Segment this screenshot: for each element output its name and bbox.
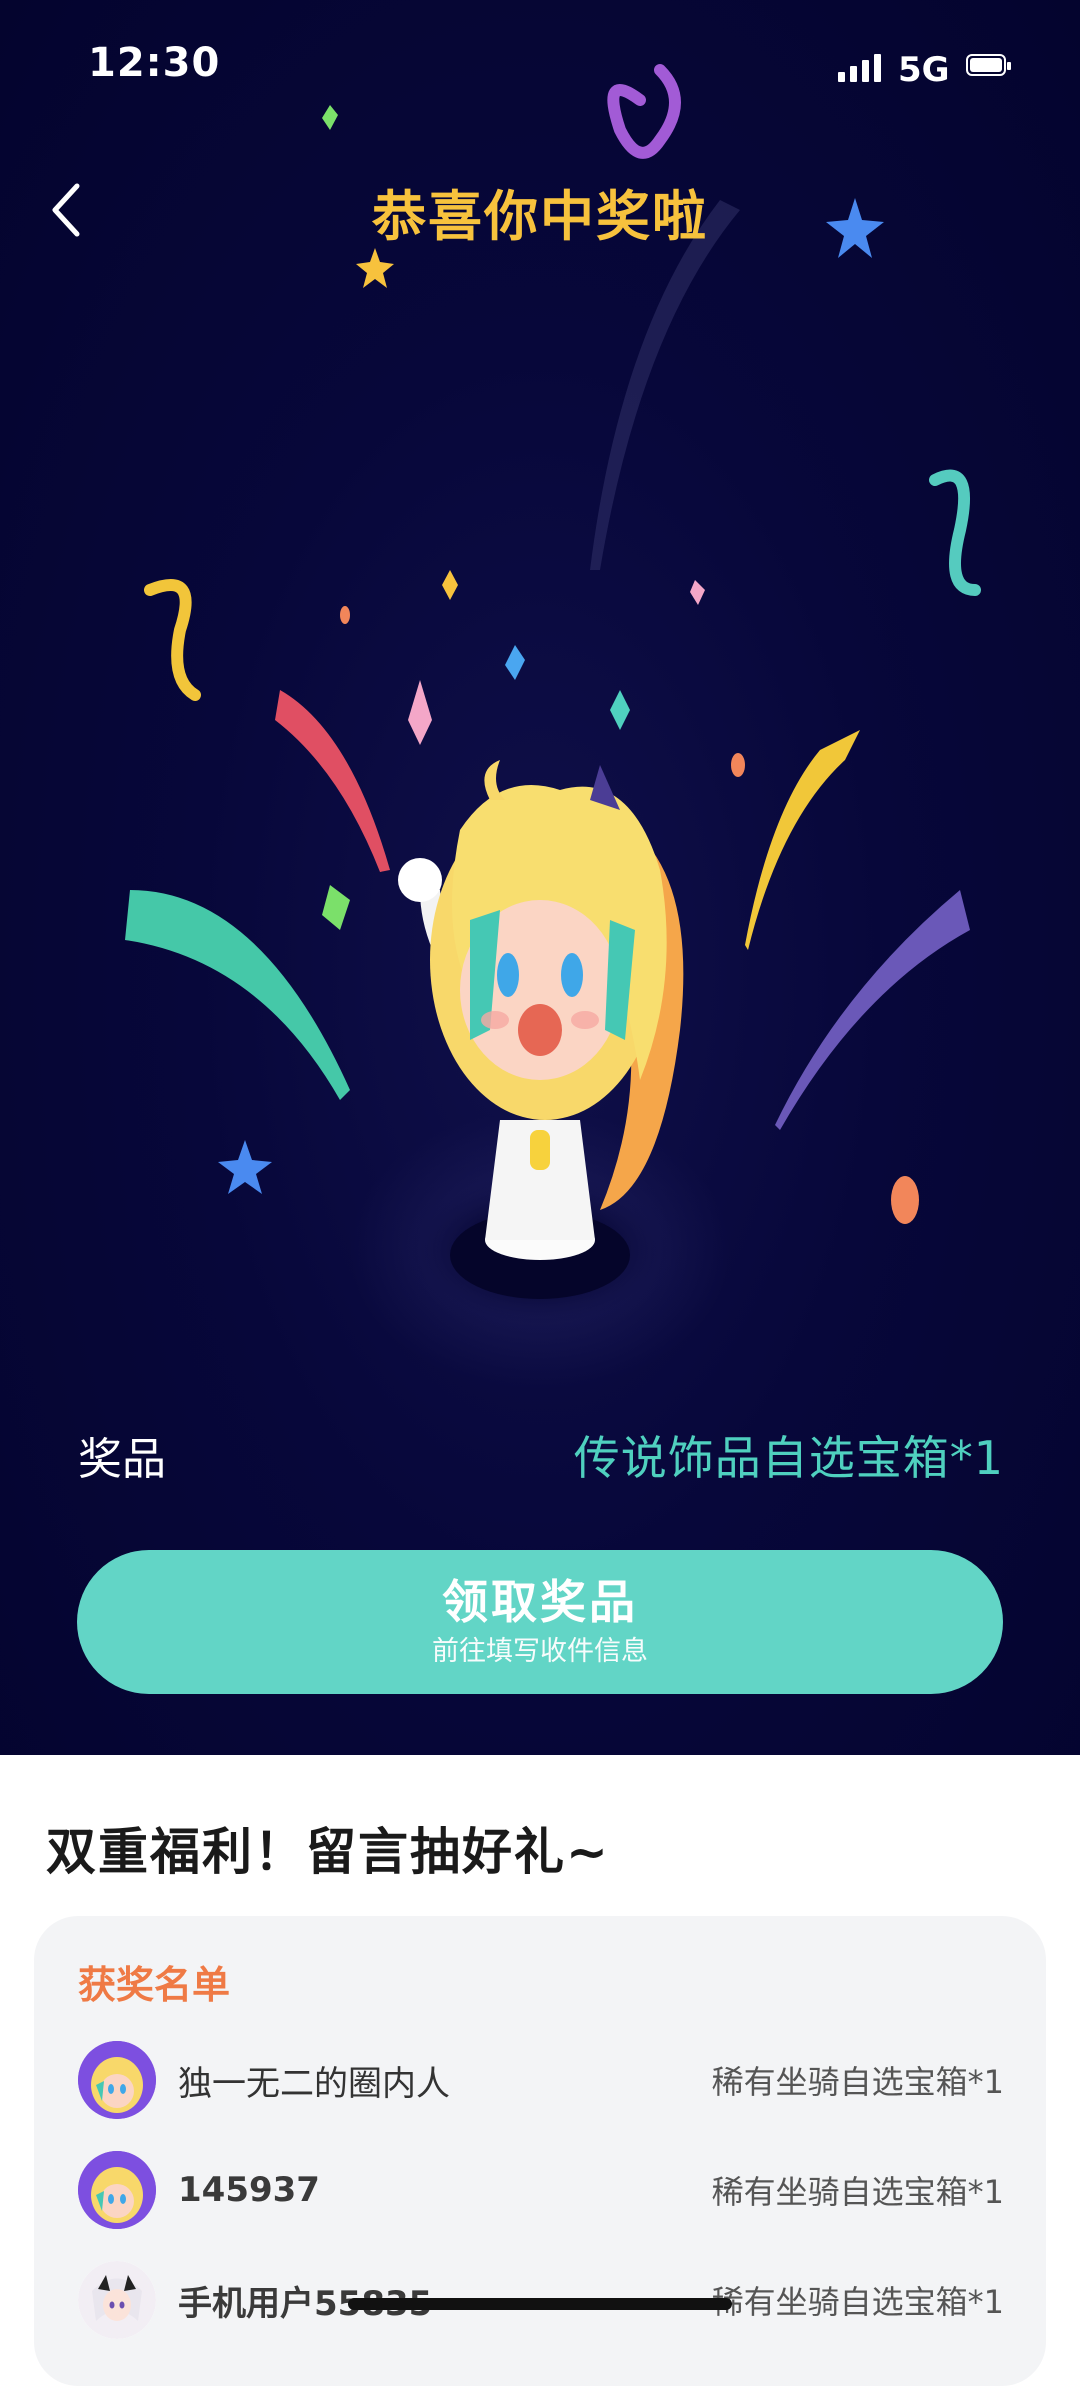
winners-heading: 获奖名单 xyxy=(78,1963,231,2007)
home-indicator[interactable] xyxy=(348,2298,732,2310)
winners-list-card: 获奖名单 独一无二的圈内人 稀有坐骑自选宝箱*1 145937 稀有坐骑自选宝箱… xyxy=(34,1916,1046,2386)
winner-prize: 稀有坐骑自选宝箱*1 xyxy=(711,2063,1004,2101)
network-type: 5G xyxy=(898,50,950,90)
winner-row[interactable]: 145937 稀有坐骑自选宝箱*1 xyxy=(78,2150,1004,2230)
claim-button-sublabel: 前往填写收件信息 xyxy=(432,1636,648,1667)
avatar xyxy=(78,2041,156,2119)
prize-row: 奖品 传说饰品自选宝箱*1 xyxy=(78,1420,1004,1490)
battery-icon xyxy=(966,54,1011,76)
signal-icon xyxy=(838,52,881,82)
claim-prize-button[interactable]: 领取奖品 前往填写收件信息 xyxy=(77,1550,1003,1694)
winner-name: 145937 xyxy=(178,2170,320,2210)
status-time: 12:30 xyxy=(88,40,221,86)
winner-row[interactable]: 独一无二的圈内人 稀有坐骑自选宝箱*1 xyxy=(78,2040,1004,2120)
winner-name: 独一无二的圈内人 xyxy=(178,2063,450,2104)
winner-prize: 稀有坐骑自选宝箱*1 xyxy=(711,2173,1004,2211)
status-bar: 12:30 5G xyxy=(0,0,1080,130)
winner-prize: 稀有坐骑自选宝箱*1 xyxy=(711,2283,1004,2321)
claim-button-label: 领取奖品 xyxy=(442,1575,638,1629)
prize-value: 传说饰品自选宝箱*1 xyxy=(573,1431,1004,1485)
avatar xyxy=(78,2261,156,2339)
page-title: 恭喜你中奖啦 xyxy=(372,185,708,248)
prize-label: 奖品 xyxy=(78,1434,166,1485)
section-title: 双重福利！留言抽好礼~ xyxy=(46,1823,610,1881)
celebration-hero: 12:30 5G 恭喜你中奖啦 奖品 传说饰品自选宝箱*1 领取奖品 前往填写收… xyxy=(0,0,1080,1755)
avatar xyxy=(78,2151,156,2229)
